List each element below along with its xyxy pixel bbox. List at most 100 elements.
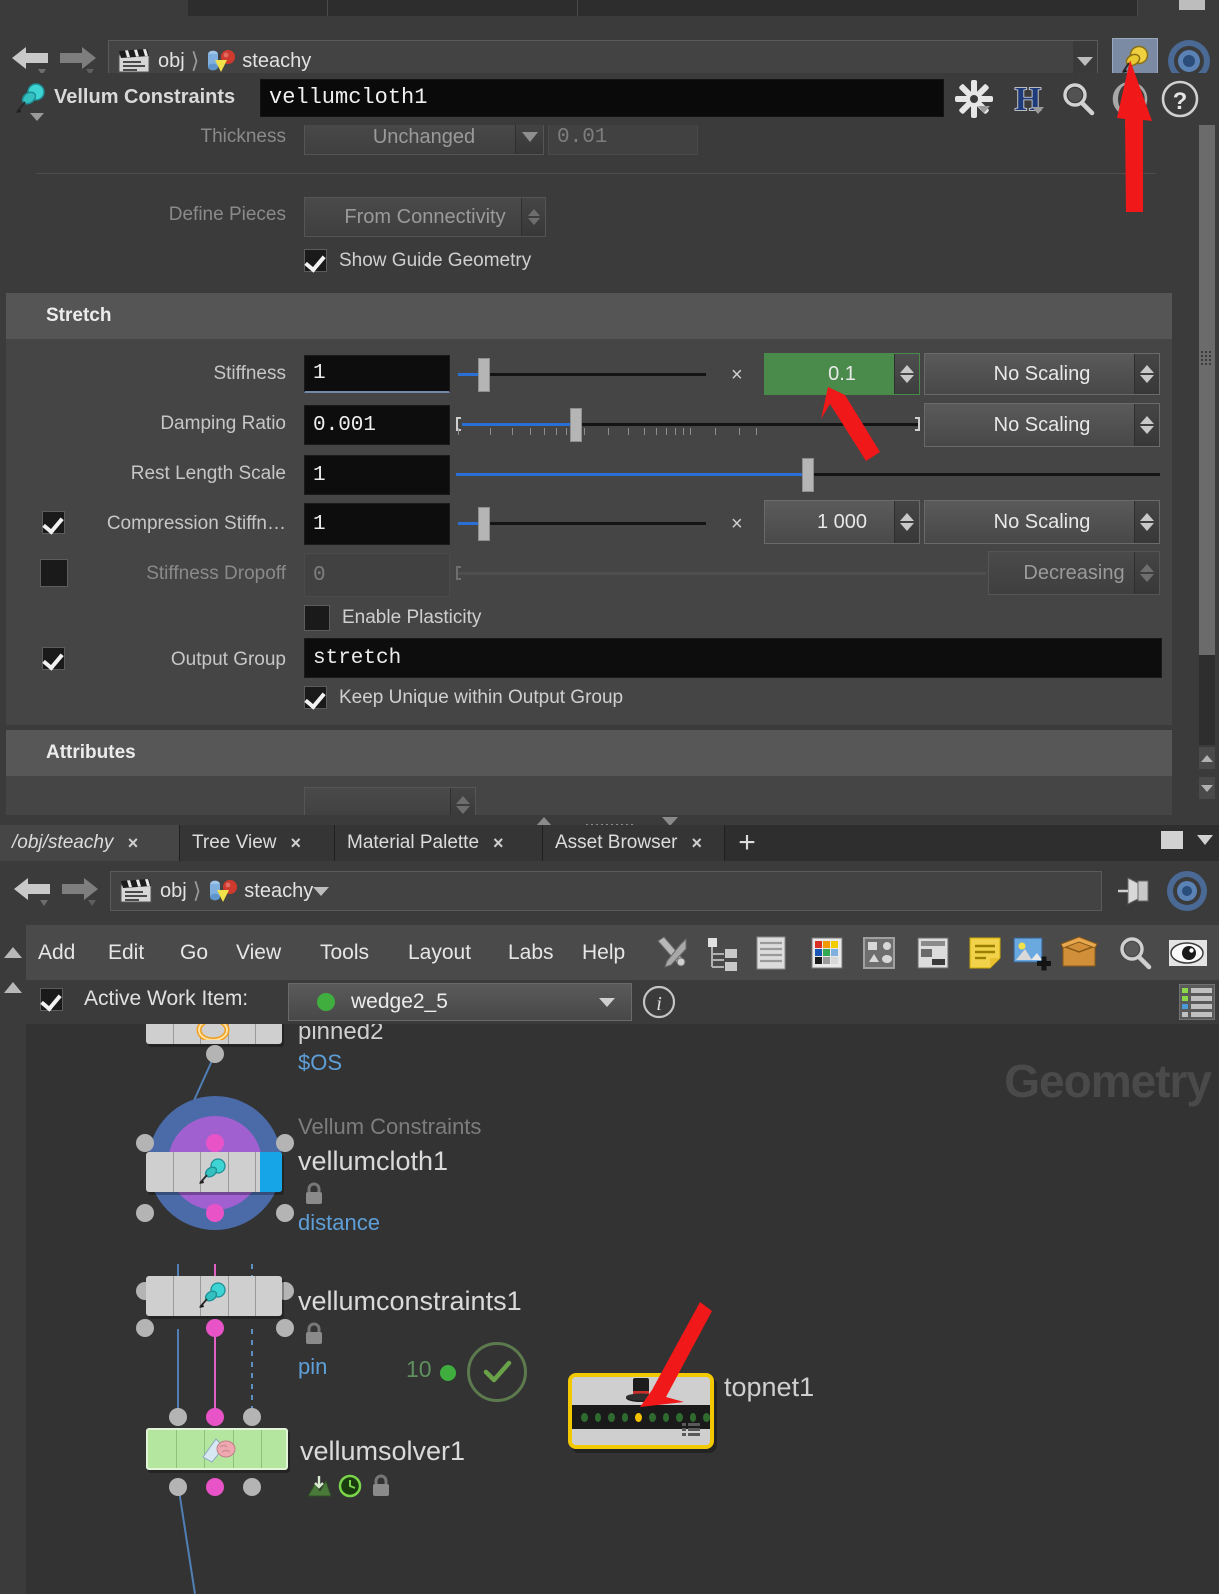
vellumsolver1-input-1[interactable] [206,1408,224,1426]
keep-unique-row[interactable]: Keep Unique within Output Group [304,686,623,709]
vellumsolver1-output-1[interactable] [206,1478,224,1496]
show-guide-geometry-row[interactable]: Show Guide Geometry [304,249,531,272]
scrollbar-trough[interactable] [1199,655,1215,745]
package-icon[interactable] [1058,932,1100,974]
network-back-button[interactable] [10,873,54,907]
chevron-down-icon[interactable] [1032,107,1044,114]
node-pinned2-output-port[interactable] [206,1045,224,1063]
stiffness-dropoff-value-field[interactable]: 0 [304,553,450,597]
compression-stiffness-scale-field[interactable]: 1 000 [764,500,920,544]
damping-ratio-scaling-combo[interactable]: No Scaling [924,403,1160,447]
rest-length-scale-slider[interactable] [456,454,1160,494]
vellumcloth1-input-2[interactable] [276,1134,294,1152]
color-palette-icon[interactable] [806,932,848,974]
eye-icon[interactable] [1166,932,1208,974]
chevron-down-icon[interactable] [978,106,990,113]
stiffness-dropoff-mode-spinner[interactable] [1134,552,1159,594]
render-flag-icon[interactable] [305,1474,333,1505]
vellumcloth1-output-1[interactable] [206,1204,224,1222]
shapes-icon[interactable] [858,932,900,974]
vellumsolver1-input-0[interactable] [169,1408,187,1426]
layout-icon[interactable] [912,932,954,974]
stiffness-scaling-combo[interactable]: No Scaling [924,353,1160,395]
list-icon[interactable] [750,932,792,974]
pin-network-icon[interactable] [1114,873,1158,909]
tab-tree-view[interactable]: Tree View × [180,825,335,861]
node-vellumcloth1-body[interactable] [146,1152,282,1192]
fold-header-attributes[interactable]: Attributes [6,730,1172,776]
close-icon[interactable]: × [493,833,504,854]
menu-labs[interactable]: Labs [508,925,554,980]
network-path-field[interactable]: obj ⟩ steachy [110,871,1102,911]
node-vellumsolver1-body[interactable] [146,1428,288,1470]
workitem-gutter[interactable] [0,980,26,1024]
node-topnet1[interactable] [568,1373,714,1449]
node-pinned2-body[interactable] [146,1024,282,1044]
sticky-note-icon[interactable] [964,932,1006,974]
wrench-screwdriver-icon[interactable] [652,932,694,974]
menu-go[interactable]: Go [180,925,208,980]
info-icon[interactable]: i [642,985,676,1019]
vellumcloth1-output-2[interactable] [276,1204,294,1222]
maximize-button[interactable] [1179,0,1205,10]
breadcrumb-obj[interactable]: obj [117,48,185,74]
tab-remnant-1[interactable] [188,0,328,16]
enable-plasticity-row[interactable]: Enable Plasticity [304,605,481,631]
tab-obj-steachy[interactable]: /obj/steachy × [0,825,180,861]
keep-unique-checkbox[interactable] [304,686,327,709]
network-breadcrumb-caret[interactable] [313,886,330,896]
close-icon[interactable]: × [127,833,138,854]
vellumconstraints1-output-0[interactable] [136,1319,154,1337]
chevron-down-icon[interactable] [30,113,44,121]
vellumsolver1-input-2[interactable] [243,1408,261,1426]
search-icon[interactable] [1114,932,1156,974]
stiffness-scaling-spinner[interactable] [1134,354,1159,394]
close-icon[interactable]: × [691,833,702,854]
fold-header-stretch[interactable]: Stretch [6,293,1172,339]
node-name-field[interactable]: vellumcloth1 [260,79,944,117]
moon-icon[interactable] [1110,79,1150,119]
enable-plasticity-checkbox[interactable] [304,605,330,631]
stiffness-value-field[interactable]: 1 [304,355,450,393]
tab-remnant-2[interactable] [328,0,578,16]
network-editor-canvas[interactable]: Geometry pinned2 $OS Vellum Constraints … [0,1024,1219,1594]
network-breadcrumb-obj[interactable]: obj [119,878,187,904]
output-group-field[interactable]: stretch [304,638,1162,678]
chevron-up-icon[interactable] [4,947,22,958]
show-guide-geometry-checkbox[interactable] [304,249,327,272]
damping-ratio-slider[interactable] [456,404,920,444]
network-breadcrumb-steachy[interactable]: steachy [207,878,313,904]
thickness-mode-caret[interactable] [515,125,543,154]
menu-edit[interactable]: Edit [108,925,144,980]
close-icon[interactable]: × [290,833,301,854]
define-pieces-spinner[interactable] [521,198,545,236]
stiffness-scale-spinner[interactable] [894,354,919,394]
tab-remnant-3[interactable] [578,0,1138,16]
node-tree-icon[interactable] [702,932,744,974]
vellumsolver1-output-2[interactable] [243,1478,261,1496]
damping-ratio-value-field[interactable]: 0.001 [304,405,450,445]
scroll-down-button[interactable] [1199,777,1215,799]
tab-material-palette[interactable]: Material Palette × [335,825,543,861]
menu-view[interactable]: View [236,925,281,980]
vellumcloth1-input-1[interactable] [206,1134,224,1152]
rest-length-scale-value-field[interactable]: 1 [304,455,450,495]
menu-help[interactable]: Help [582,925,625,980]
compression-stiffness-scaling-spinner[interactable] [1134,501,1159,543]
scrollbar-grip[interactable] [1201,351,1213,365]
chevron-up-icon[interactable] [4,982,22,993]
search-icon[interactable] [1058,79,1098,119]
vellumconstraints1-output-2[interactable] [276,1319,294,1337]
node-vellumconstraints1-body[interactable] [146,1276,282,1316]
stiffness-dropoff-slider[interactable] [456,553,986,593]
back-button[interactable] [8,42,52,76]
active-work-item-checkbox[interactable] [40,988,63,1011]
attributes-method-combo[interactable] [304,787,476,815]
menu-tools[interactable]: Tools [320,925,369,980]
vellumcloth1-input-0[interactable] [136,1134,154,1152]
stiffness-slider[interactable] [458,354,706,394]
maximize-pane-button[interactable] [1161,831,1183,849]
help-icon[interactable]: ? [1160,79,1200,119]
scrollbar-thumb[interactable] [1199,125,1215,655]
pane-menu-caret-icon[interactable] [1197,835,1213,845]
